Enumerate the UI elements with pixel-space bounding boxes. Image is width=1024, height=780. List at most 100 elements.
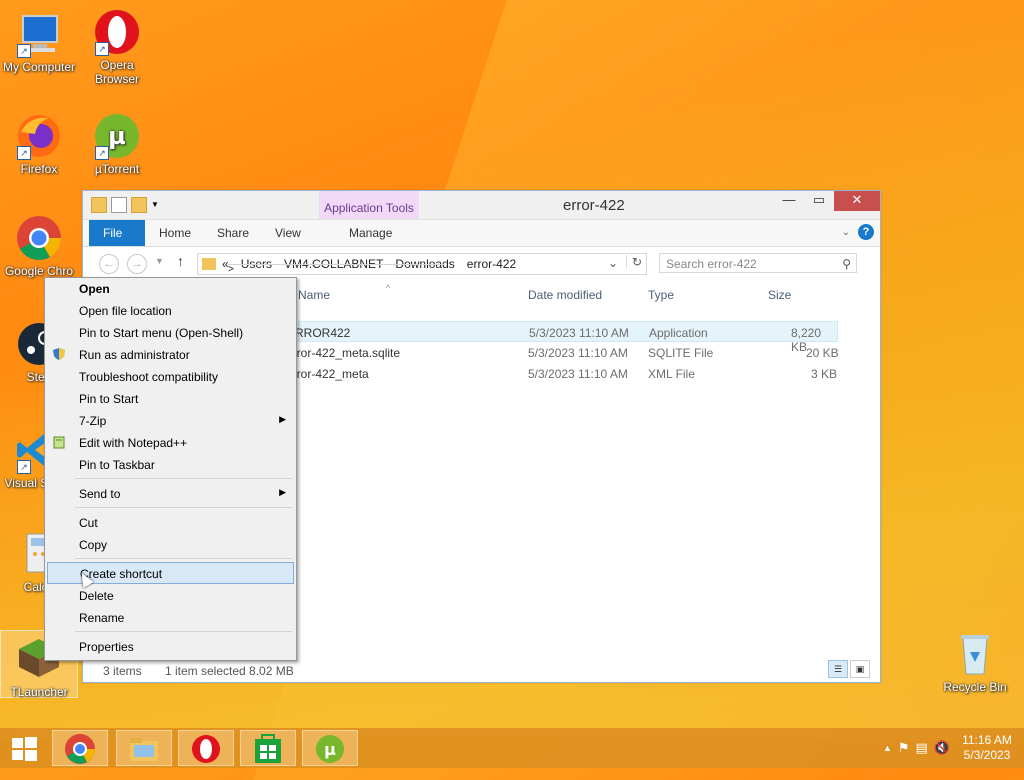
breadcrumb-error-422[interactable]: error-422	[461, 257, 522, 271]
taskbar-file-explorer[interactable]	[116, 730, 172, 766]
large-icons-view-icon[interactable]: ▣	[850, 660, 870, 678]
menu-item-send-to[interactable]: Send to ▶	[45, 483, 296, 505]
taskbar: µ ▲ ⚑ ▤ 🔇 11:16 AM 5/3/2023	[0, 728, 1024, 768]
show-hidden-icons-icon[interactable]: ▲	[883, 743, 892, 753]
desktop-icon-opera[interactable]: ↗ Opera Browser	[78, 8, 156, 86]
file-type: Application	[649, 326, 708, 340]
close-button[interactable]: ✕	[834, 191, 880, 211]
menu-separator	[75, 631, 292, 632]
recent-locations-icon[interactable]: ▼	[155, 256, 164, 266]
taskbar-utorrent[interactable]: µ	[302, 730, 358, 766]
desktop-icon-label: Opera Browser	[94, 58, 139, 86]
navigation-bar: ← → ▼ ↑ « Users > VM4.COLLABNET > Downlo…	[83, 247, 880, 279]
utorrent-icon: µ ↗	[93, 112, 141, 160]
tab-share[interactable]: Share	[203, 220, 263, 246]
desktop-icon-my-computer[interactable]: ↗ My Computer	[0, 10, 78, 74]
tab-file[interactable]: File	[89, 220, 145, 246]
table-row[interactable]: ERROR422 5/3/2023 11:10 AM Application 8…	[287, 321, 838, 354]
breadcrumb-separator-icon[interactable]: >	[228, 263, 445, 275]
recycle-bin-icon	[951, 630, 999, 678]
ribbon-tabs: File Home Share View Manage ⌄ ?	[83, 220, 880, 247]
file-date: 5/3/2023 11:10 AM	[529, 326, 629, 340]
action-center-flag-icon[interactable]: ⚑	[898, 740, 910, 756]
application-tools-tab-group: Application Tools	[319, 191, 419, 219]
firefox-icon: ↗	[15, 112, 63, 160]
file-type: SQLITE File	[648, 346, 714, 360]
back-button[interactable]: ←	[99, 254, 119, 274]
desktop-icon-recycle-bin[interactable]: Recycle Bin	[936, 630, 1014, 694]
taskbar-store[interactable]	[240, 730, 296, 766]
utorrent-icon: µ	[316, 735, 344, 763]
menu-item-pin-start-menu-open-shell[interactable]: Pin to Start menu (Open-Shell)	[45, 322, 296, 344]
menu-item-properties[interactable]: Properties	[45, 636, 296, 658]
address-bar[interactable]: « Users > VM4.COLLABNET > Downloads > er…	[197, 253, 647, 275]
column-header-type[interactable]: Type	[648, 288, 674, 302]
menu-item-open-file-location[interactable]: Open file location	[45, 300, 296, 322]
desktop-icon-label: Firefox	[20, 162, 58, 176]
chrome-icon	[65, 734, 95, 764]
svg-text:µ: µ	[108, 122, 126, 150]
menu-separator	[75, 558, 292, 559]
chrome-icon	[15, 214, 63, 262]
menu-item-pin-to-taskbar[interactable]: Pin to Taskbar	[45, 454, 296, 476]
search-icon[interactable]: ⚲	[842, 254, 851, 274]
up-button[interactable]: ↑	[177, 253, 184, 269]
file-name: error-422_meta	[286, 367, 369, 381]
menu-item-copy[interactable]: Copy	[45, 534, 296, 556]
clock[interactable]: 11:16 AM 5/3/2023	[956, 733, 1018, 763]
chevron-down-icon[interactable]: ⌄	[842, 227, 850, 238]
search-placeholder: Search error-422	[666, 257, 757, 271]
search-input[interactable]: Search error-422 ⚲	[659, 253, 857, 273]
address-dropdown-icon[interactable]: ⌄	[608, 256, 618, 270]
desktop-icon-firefox[interactable]: ↗ Firefox	[0, 112, 78, 176]
quick-access-toolbar: ▼	[91, 197, 159, 213]
file-list: Name ^ Date modified Type Size ERROR422 …	[286, 283, 858, 384]
notepad-plus-plus-icon	[52, 435, 66, 449]
column-header-name[interactable]: Name	[298, 288, 330, 302]
refresh-icon[interactable]: ↻	[625, 255, 642, 269]
menu-item-rename[interactable]: Rename	[45, 607, 296, 629]
folder-icon	[91, 197, 107, 213]
menu-item-pin-to-start[interactable]: Pin to Start	[45, 388, 296, 410]
volume-muted-icon[interactable]: 🔇	[934, 740, 950, 756]
title-bar[interactable]: ▼ Application Tools error-422 — ▭ ✕	[83, 191, 880, 220]
window-controls: — ▭ ✕	[774, 191, 880, 211]
network-icon[interactable]: ▤	[916, 740, 928, 756]
desktop-icon-utorrent[interactable]: µ ↗ µTorrent	[78, 112, 156, 176]
tab-home[interactable]: Home	[145, 220, 205, 246]
properties-icon[interactable]	[111, 197, 127, 213]
folder-icon	[202, 258, 216, 270]
desktop-icon-chrome[interactable]: Google Chro	[0, 214, 78, 278]
chevron-down-icon[interactable]: ▼	[151, 198, 159, 212]
taskbar-opera[interactable]	[178, 730, 234, 766]
column-header-size[interactable]: Size	[768, 288, 791, 302]
menu-item-run-as-administrator[interactable]: Run as administrator	[45, 344, 296, 366]
tab-manage[interactable]: Manage	[335, 220, 406, 246]
desktop-icon-label: My Computer	[2, 60, 76, 74]
status-item-count: 3 items	[103, 664, 142, 678]
taskbar-chrome[interactable]	[52, 730, 108, 766]
column-header-date[interactable]: Date modified	[528, 288, 602, 302]
minimize-button[interactable]: —	[774, 191, 804, 211]
submenu-arrow-icon: ▶	[279, 487, 286, 497]
status-selection: 1 item selected 8.02 MB	[165, 664, 294, 678]
menu-item-7zip[interactable]: 7-Zip ▶	[45, 410, 296, 432]
menu-item-cut[interactable]: Cut	[45, 512, 296, 534]
forward-button[interactable]: →	[127, 254, 147, 274]
start-button[interactable]	[0, 730, 48, 766]
file-size: 3 KB	[811, 367, 838, 381]
maximize-button[interactable]: ▭	[804, 191, 834, 211]
file-type: XML File	[648, 367, 695, 381]
desktop-icon-label: µTorrent	[94, 162, 140, 176]
menu-item-edit-with-notepad[interactable]: Edit with Notepad++	[45, 432, 296, 454]
menu-item-troubleshoot-compatibility[interactable]: Troubleshoot compatibility	[45, 366, 296, 388]
tab-view[interactable]: View	[261, 220, 315, 246]
window-title: error-422	[563, 197, 625, 214]
menu-item-open[interactable]: Open	[45, 278, 296, 300]
details-view-icon[interactable]: ☰	[828, 660, 848, 678]
table-row[interactable]: error-422_meta 5/3/2023 11:10 AM XML Fil…	[286, 363, 858, 384]
new-folder-icon[interactable]	[131, 197, 147, 213]
table-row[interactable]: error-422_meta.sqlite 5/3/2023 11:10 AM …	[286, 342, 858, 363]
help-icon[interactable]: ?	[858, 224, 874, 240]
